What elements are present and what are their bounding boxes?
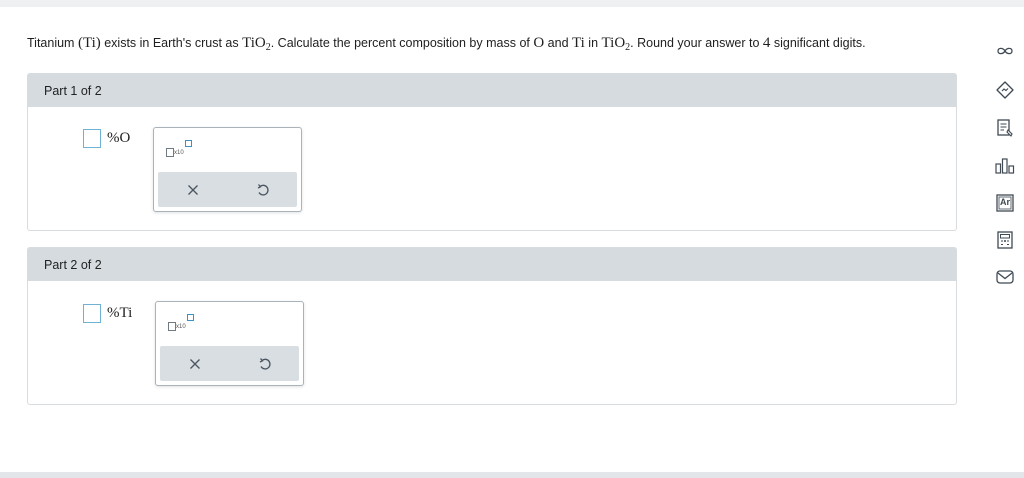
scientific-notation-button[interactable]: x10	[166, 140, 196, 162]
periodic-table-label: Ar	[1000, 197, 1011, 207]
periodic-table-icon[interactable]: Ar	[994, 192, 1016, 214]
undo-button[interactable]	[230, 346, 300, 381]
exponent-box-icon	[187, 314, 194, 321]
close-icon	[188, 184, 198, 195]
explanation-icon[interactable]	[994, 79, 1016, 101]
math-palette-2: x10	[155, 301, 304, 386]
percent-o-unit: %O	[107, 130, 131, 146]
palette-action-row	[160, 346, 299, 381]
part-2-header: Part 2 of 2	[28, 248, 956, 281]
notes-icon[interactable]	[994, 117, 1016, 139]
top-bar	[0, 0, 1024, 7]
clear-button[interactable]	[160, 346, 230, 381]
percent-ti-unit: %Ti	[107, 305, 133, 321]
mantissa-box-icon	[166, 148, 174, 157]
bottom-bar	[0, 472, 1024, 478]
data-chart-icon[interactable]	[994, 155, 1016, 177]
part-1-panel: Part 1 of 2 %O x10	[27, 73, 957, 231]
exponent-box-icon	[185, 140, 192, 147]
undo-icon	[257, 183, 269, 196]
percent-o-input[interactable]	[83, 129, 101, 148]
undo-icon	[259, 357, 271, 370]
palette-action-row	[158, 172, 297, 207]
question-text: Titanium (Ti) exists in Earth's crust as…	[27, 35, 866, 53]
math-palette-1: x10	[153, 127, 302, 212]
part-2-panel: Part 2 of 2 %Ti x10	[27, 247, 957, 405]
clear-button[interactable]	[158, 172, 228, 207]
mail-icon[interactable]	[994, 266, 1016, 288]
calculator-icon[interactable]	[994, 229, 1016, 251]
infinity-icon[interactable]	[994, 40, 1016, 62]
x10-label: x10	[176, 324, 186, 330]
undo-button[interactable]	[228, 172, 298, 207]
scientific-notation-button[interactable]: x10	[168, 314, 198, 336]
part-1-header: Part 1 of 2	[28, 74, 956, 107]
mantissa-box-icon	[168, 322, 176, 331]
percent-ti-input[interactable]	[83, 304, 101, 323]
close-icon	[190, 358, 200, 369]
x10-label: x10	[174, 150, 184, 156]
